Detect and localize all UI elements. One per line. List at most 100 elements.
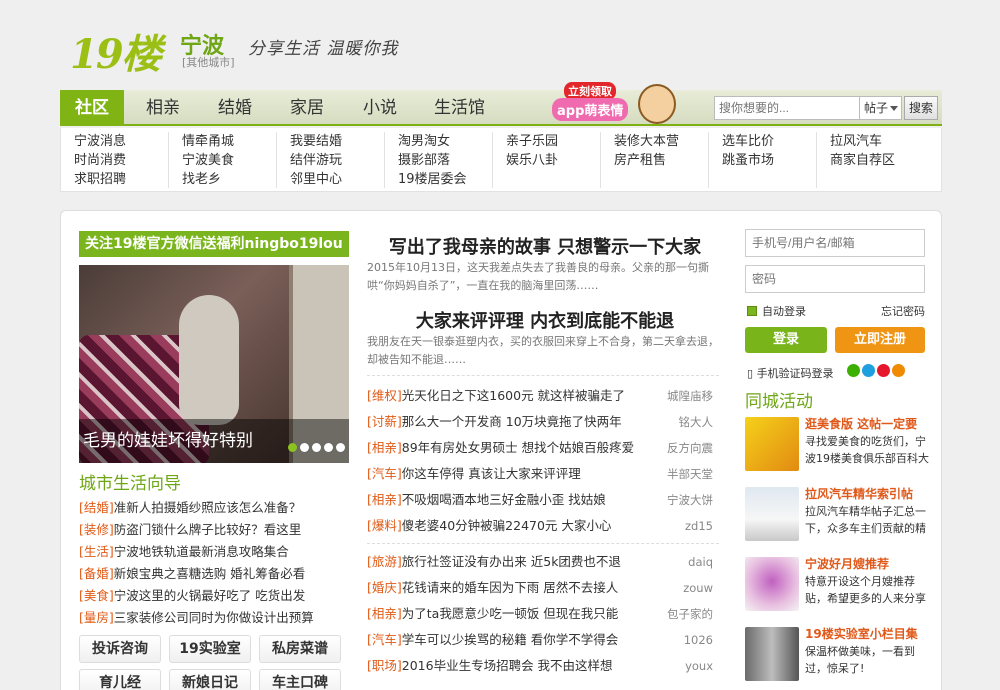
events-title[interactable]: 同城活动 xyxy=(745,387,813,412)
nav-tab-wedding[interactable]: 结婚 xyxy=(218,90,252,126)
sublink[interactable]: 商家自荐区 xyxy=(830,151,925,170)
post-author[interactable]: daiq xyxy=(688,549,713,575)
username-input[interactable] xyxy=(745,229,925,257)
sublink[interactable]: 淘男淘女 xyxy=(398,132,492,151)
post-row[interactable]: [讨薪]那么大一个开发商 10万块竟拖了快两年 铭大人 xyxy=(367,409,719,435)
post-row[interactable]: [相亲]89年有房处女男硕士 想找个姑娘百般疼爱 反方向震 xyxy=(367,435,719,461)
post-row[interactable]: [维权]光天化日之下这1600元 就这样被骗走了 城隍庙移 xyxy=(367,383,719,409)
sublink[interactable]: 拉风汽车 xyxy=(830,132,925,151)
site-logo[interactable]: 19楼 xyxy=(70,22,162,80)
post-author[interactable]: 铭大人 xyxy=(679,409,714,435)
sublink[interactable]: 选车比价 xyxy=(722,132,816,151)
sublink[interactable]: 求职招聘 xyxy=(74,170,168,189)
headline-1[interactable]: 写出了我母亲的故事 只想警示一下大家 xyxy=(367,233,723,259)
post-author[interactable]: 1026 xyxy=(684,627,713,653)
event-title[interactable]: 逛美食版 这帖一定要 xyxy=(805,415,917,432)
post-row[interactable]: [相亲]不吸烟喝酒本地三好金融小歪 找姑娘 宁波大饼 xyxy=(367,487,719,513)
search-type-select[interactable]: 帖子 xyxy=(860,96,902,120)
weibo-icon[interactable] xyxy=(877,364,890,377)
nav-tab-lifestyle[interactable]: 生活馆 xyxy=(434,90,485,126)
app-promo[interactable]: 立刻领取 app萌表情 xyxy=(548,80,678,126)
carousel-dot[interactable] xyxy=(324,443,333,452)
nav-tab-novel[interactable]: 小说 xyxy=(363,90,397,126)
sublink[interactable]: 宁波消息 xyxy=(74,132,168,151)
search-input[interactable] xyxy=(714,96,860,120)
forgot-password-link[interactable]: 忘记密码 xyxy=(881,303,925,319)
post-title[interactable]: 傻老婆40分钟被骗22470元 大家小心 xyxy=(402,518,612,533)
city-switch-link[interactable]: [其他城市] xyxy=(182,54,235,70)
event-item[interactable]: 宁波好月嫂推荐 特意开设这个月嫂推荐贴，希望更多的人来分享 xyxy=(745,555,933,613)
post-title[interactable]: 花钱请来的婚车因为下雨 居然不去接人 xyxy=(402,580,618,595)
carousel-dot[interactable] xyxy=(300,443,309,452)
event-item[interactable]: 19楼实验室小栏目集 保温杯做美味，一看到过，惊呆了! xyxy=(745,625,933,683)
tile-bride-diary[interactable]: 新娘日记 xyxy=(169,669,251,690)
register-button[interactable]: 立即注册 xyxy=(835,327,925,353)
post-row[interactable]: [汽车]学车可以少挨骂的秘籍 看你学不学得会 1026 xyxy=(367,627,719,653)
event-title[interactable]: 拉风汽车精华索引帖 xyxy=(805,485,913,502)
post-title[interactable]: 你这车停得 真该让大家来评评理 xyxy=(402,466,581,481)
post-title[interactable]: 光天化日之下这1600元 就这样被骗走了 xyxy=(402,388,625,403)
post-author[interactable]: 半部天堂 xyxy=(667,461,713,487)
nav-tab-community[interactable]: 社区 xyxy=(60,90,124,126)
auto-login-checkbox[interactable] xyxy=(747,306,757,316)
post-row[interactable]: [相亲]为了ta我愿意少吃一顿饭 但现在我只能 包子家的 xyxy=(367,601,719,627)
carousel-dot[interactable] xyxy=(288,443,297,452)
sublink[interactable]: 亲子乐园 xyxy=(506,132,600,151)
sublink[interactable]: 房产租售 xyxy=(614,151,708,170)
login-button[interactable]: 登录 xyxy=(745,327,827,353)
post-author[interactable]: zouw xyxy=(683,575,713,601)
sublink[interactable]: 情牵甬城 xyxy=(182,132,276,151)
event-thumb[interactable] xyxy=(745,557,799,611)
photo-carousel[interactable]: 毛男的娃娃坏得好特别 xyxy=(79,265,349,463)
sublink[interactable]: 找老乡 xyxy=(182,170,276,189)
post-title[interactable]: 89年有房处女男硕士 想找个姑娘百般疼爱 xyxy=(402,440,634,455)
list-item[interactable]: [结婚]准新人拍摄婚纱照应该怎么准备？ xyxy=(79,497,349,519)
post-author[interactable]: 反方向震 xyxy=(667,435,713,461)
city-guide-title[interactable]: 城市生活向导 xyxy=(79,469,181,494)
post-title[interactable]: 学车可以少挨骂的秘籍 看你学不学得会 xyxy=(402,632,618,647)
carousel-dot[interactable] xyxy=(336,443,345,452)
list-item[interactable]: [美食]宁波这里的火锅最好吃了 吃货出发 xyxy=(79,585,349,607)
nav-tab-home[interactable]: 家居 xyxy=(290,90,324,126)
post-author[interactable]: 宁波大饼 xyxy=(667,487,713,513)
wechat-banner[interactable]: 关注19楼官方微信送福利ningbo19lou xyxy=(79,231,349,257)
tile-lab[interactable]: 19实验室 xyxy=(169,635,251,663)
sublink[interactable]: 邻里中心 xyxy=(290,170,384,189)
post-row[interactable]: [婚庆]花钱请来的婚车因为下雨 居然不去接人 zouw xyxy=(367,575,719,601)
post-row[interactable]: [旅游]旅行社签证没有办出来 近5k团费也不退 daiq xyxy=(367,549,719,575)
sublink[interactable]: 19楼居委会 xyxy=(398,170,492,189)
nav-tab-dating[interactable]: 相亲 xyxy=(146,90,180,126)
tile-car-reviews[interactable]: 车主口碑 xyxy=(259,669,341,690)
post-row[interactable]: [汽车]你这车停得 真该让大家来评评理 半部天堂 xyxy=(367,461,719,487)
post-author[interactable]: zd15 xyxy=(685,513,713,539)
headline-2[interactable]: 大家来评评理 内衣到底能不能退 xyxy=(367,307,723,333)
tile-recipes[interactable]: 私房菜谱 xyxy=(259,635,341,663)
password-input[interactable] xyxy=(745,265,925,293)
post-title[interactable]: 2016毕业生专场招聘会 我不由这样想 xyxy=(402,658,613,673)
list-item[interactable]: [装修]防盗门锁什么牌子比较好？看这里 xyxy=(79,519,349,541)
post-author[interactable]: 城隍庙移 xyxy=(667,383,713,409)
event-title[interactable]: 19楼实验室小栏目集 xyxy=(805,625,918,642)
event-item[interactable]: 逛美食版 这帖一定要 寻找爱美食的吃货们，宁波19楼美食俱乐部百科大 xyxy=(745,415,933,473)
sms-login-link[interactable]: ▯ 手机验证码登录 xyxy=(747,365,834,381)
list-item[interactable]: [备婚]新娘宝典之喜糖选购 婚礼筹备必看 xyxy=(79,563,349,585)
sublink[interactable]: 摄影部落 xyxy=(398,151,492,170)
sublink[interactable]: 装修大本营 xyxy=(614,132,708,151)
event-thumb[interactable] xyxy=(745,417,799,471)
sublink[interactable]: 时尚消费 xyxy=(74,151,168,170)
post-author[interactable]: youx xyxy=(685,653,713,679)
post-row[interactable]: [爆料]傻老婆40分钟被骗22470元 大家小心 zd15 xyxy=(367,513,719,539)
search-button[interactable]: 搜索 xyxy=(904,96,938,120)
taobao-icon[interactable] xyxy=(892,364,905,377)
auto-login-label[interactable]: 自动登录 xyxy=(762,303,806,319)
list-item[interactable]: [生活]宁波地铁轨道最新消息攻略集合 xyxy=(79,541,349,563)
post-title[interactable]: 那么大一个开发商 10万块竟拖了快两年 xyxy=(402,414,622,429)
sublink[interactable]: 跳蚤市场 xyxy=(722,151,816,170)
post-title[interactable]: 旅行社签证没有办出来 近5k团费也不退 xyxy=(402,554,621,569)
event-item[interactable]: 拉风汽车精华索引帖 拉风汽车精华帖子汇总一下，众多车主们贡献的精 xyxy=(745,485,933,543)
event-thumb[interactable] xyxy=(745,627,799,681)
qq-icon[interactable] xyxy=(862,364,875,377)
tile-complaint[interactable]: 投诉咨询 xyxy=(79,635,161,663)
post-title[interactable]: 为了ta我愿意少吃一顿饭 但现在我只能 xyxy=(402,606,619,621)
sublink[interactable]: 结伴游玩 xyxy=(290,151,384,170)
